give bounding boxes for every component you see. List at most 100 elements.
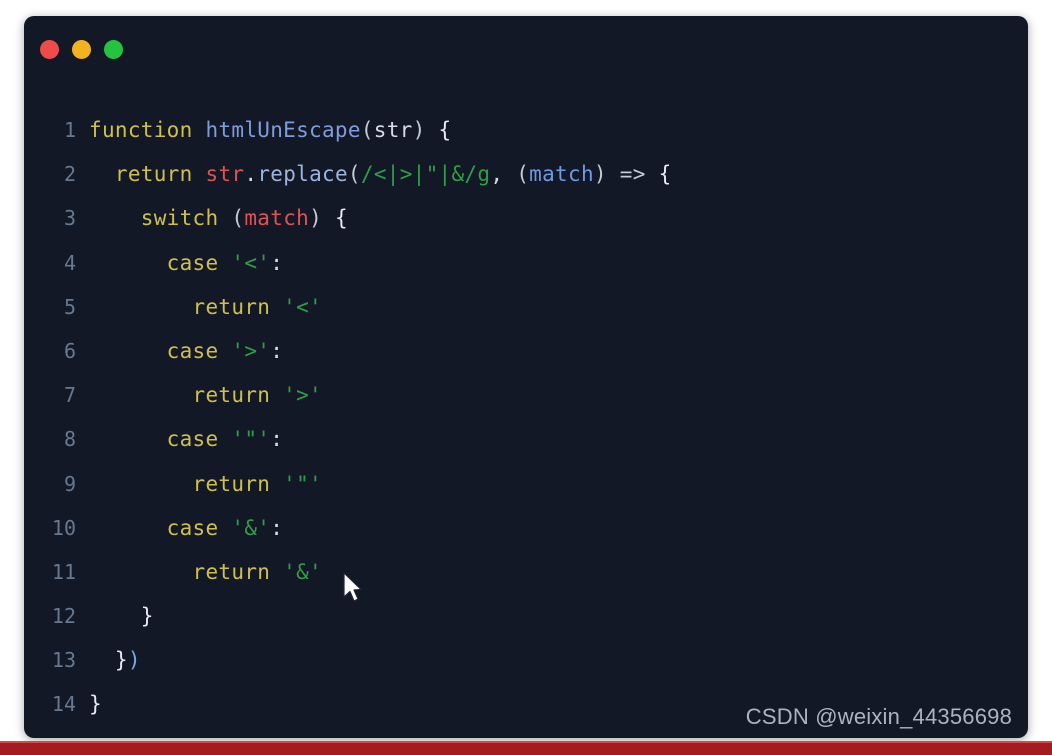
- code-token: case: [166, 250, 219, 275]
- line-number: 13: [51, 648, 76, 673]
- line-code[interactable]: case '>':: [76, 329, 283, 373]
- code-line[interactable]: 12 }: [24, 594, 1028, 638]
- code-token: replace: [257, 162, 348, 187]
- code-content[interactable]: 1 function htmlUnEscape(str) {2 return st…: [24, 108, 1028, 727]
- line-number: 2: [63, 162, 76, 187]
- code-token: :: [270, 515, 284, 540]
- code-line[interactable]: 10 case '&':: [24, 506, 1028, 550]
- line-code[interactable]: return '&': [76, 550, 322, 594]
- code-token: '<': [231, 250, 271, 275]
- line-code[interactable]: }): [76, 638, 141, 682]
- bottom-red-bar: [0, 741, 1052, 755]
- code-line[interactable]: 4 case '<':: [24, 241, 1028, 285]
- watermark-text: CSDN @weixin_44356698: [745, 704, 1012, 729]
- code-token: ): [593, 162, 607, 187]
- code-token: =>: [619, 162, 646, 187]
- code-line[interactable]: 9 return '"': [24, 462, 1028, 506]
- code-token: case: [166, 515, 219, 540]
- code-line[interactable]: 8 case '"':: [24, 417, 1028, 461]
- line-code[interactable]: }: [76, 594, 154, 638]
- traffic-light-maximize-icon[interactable]: [104, 39, 123, 59]
- line-number: 3: [63, 206, 76, 231]
- line-number: 10: [51, 515, 76, 540]
- line-number: 6: [63, 338, 76, 363]
- code-line[interactable]: 7 return '>': [24, 373, 1028, 417]
- code-token: return: [192, 471, 271, 496]
- line-code[interactable]: function htmlUnEscape(str) {: [76, 108, 451, 152]
- code-token: htmlUnEscape: [205, 118, 361, 142]
- code-line[interactable]: 3 switch (match) {: [24, 196, 1028, 240]
- line-code[interactable]: case '&':: [76, 506, 283, 550]
- line-number: 14: [51, 692, 76, 717]
- code-token: case: [166, 338, 219, 363]
- code-token: return: [192, 559, 271, 584]
- code-line[interactable]: 11 return '&': [24, 550, 1028, 594]
- code-token: (: [231, 206, 245, 231]
- code-line[interactable]: 1 function htmlUnEscape(str) {: [24, 108, 1028, 152]
- code-line[interactable]: 6 case '>':: [24, 329, 1028, 373]
- line-number: 4: [63, 250, 76, 275]
- line-code[interactable]: case '<':: [76, 241, 283, 285]
- line-code[interactable]: switch (match) {: [76, 196, 348, 240]
- line-code[interactable]: }: [76, 682, 102, 726]
- code-token: }: [140, 604, 154, 629]
- line-code[interactable]: case '"':: [76, 417, 283, 461]
- code-token: }: [114, 648, 128, 673]
- code-token: case: [166, 427, 219, 452]
- code-line[interactable]: 2 return str.replace(/<|>|"|&/g, (match)…: [24, 152, 1028, 196]
- code-token: :: [270, 427, 284, 452]
- window-titlebar: [24, 16, 1028, 82]
- line-number: 7: [63, 383, 76, 408]
- line-number: 5: [63, 294, 76, 319]
- code-token: {: [438, 118, 452, 142]
- line-code[interactable]: return '>': [76, 373, 322, 417]
- code-token: ): [127, 648, 141, 673]
- code-token: (: [516, 162, 530, 187]
- code-token: ): [309, 206, 323, 231]
- code-token: .: [244, 162, 258, 187]
- traffic-light-close-icon[interactable]: [40, 39, 59, 59]
- code-token: {: [658, 162, 672, 187]
- code-token: ,: [490, 162, 504, 187]
- code-token: '>': [283, 383, 323, 408]
- code-line[interactable]: 5 return '<': [24, 285, 1028, 329]
- traffic-light-minimize-icon[interactable]: [72, 39, 91, 59]
- code-token: '&': [283, 559, 323, 584]
- code-token: '<': [283, 294, 323, 319]
- line-number: 1: [63, 118, 76, 142]
- code-token: '&': [231, 515, 271, 540]
- code-token: return: [114, 162, 193, 187]
- code-token: (: [360, 118, 374, 142]
- line-code[interactable]: return '"': [76, 462, 322, 506]
- code-token: match: [529, 162, 594, 187]
- line-code[interactable]: return '<': [76, 285, 322, 329]
- code-line[interactable]: 13 }): [24, 638, 1028, 682]
- code-token: {: [334, 206, 348, 231]
- line-code[interactable]: return str.replace(/<|>|"|&/g, (match) =…: [76, 152, 672, 196]
- code-token: return: [192, 294, 271, 319]
- code-token: '"': [231, 427, 271, 452]
- code-token: function: [89, 118, 193, 142]
